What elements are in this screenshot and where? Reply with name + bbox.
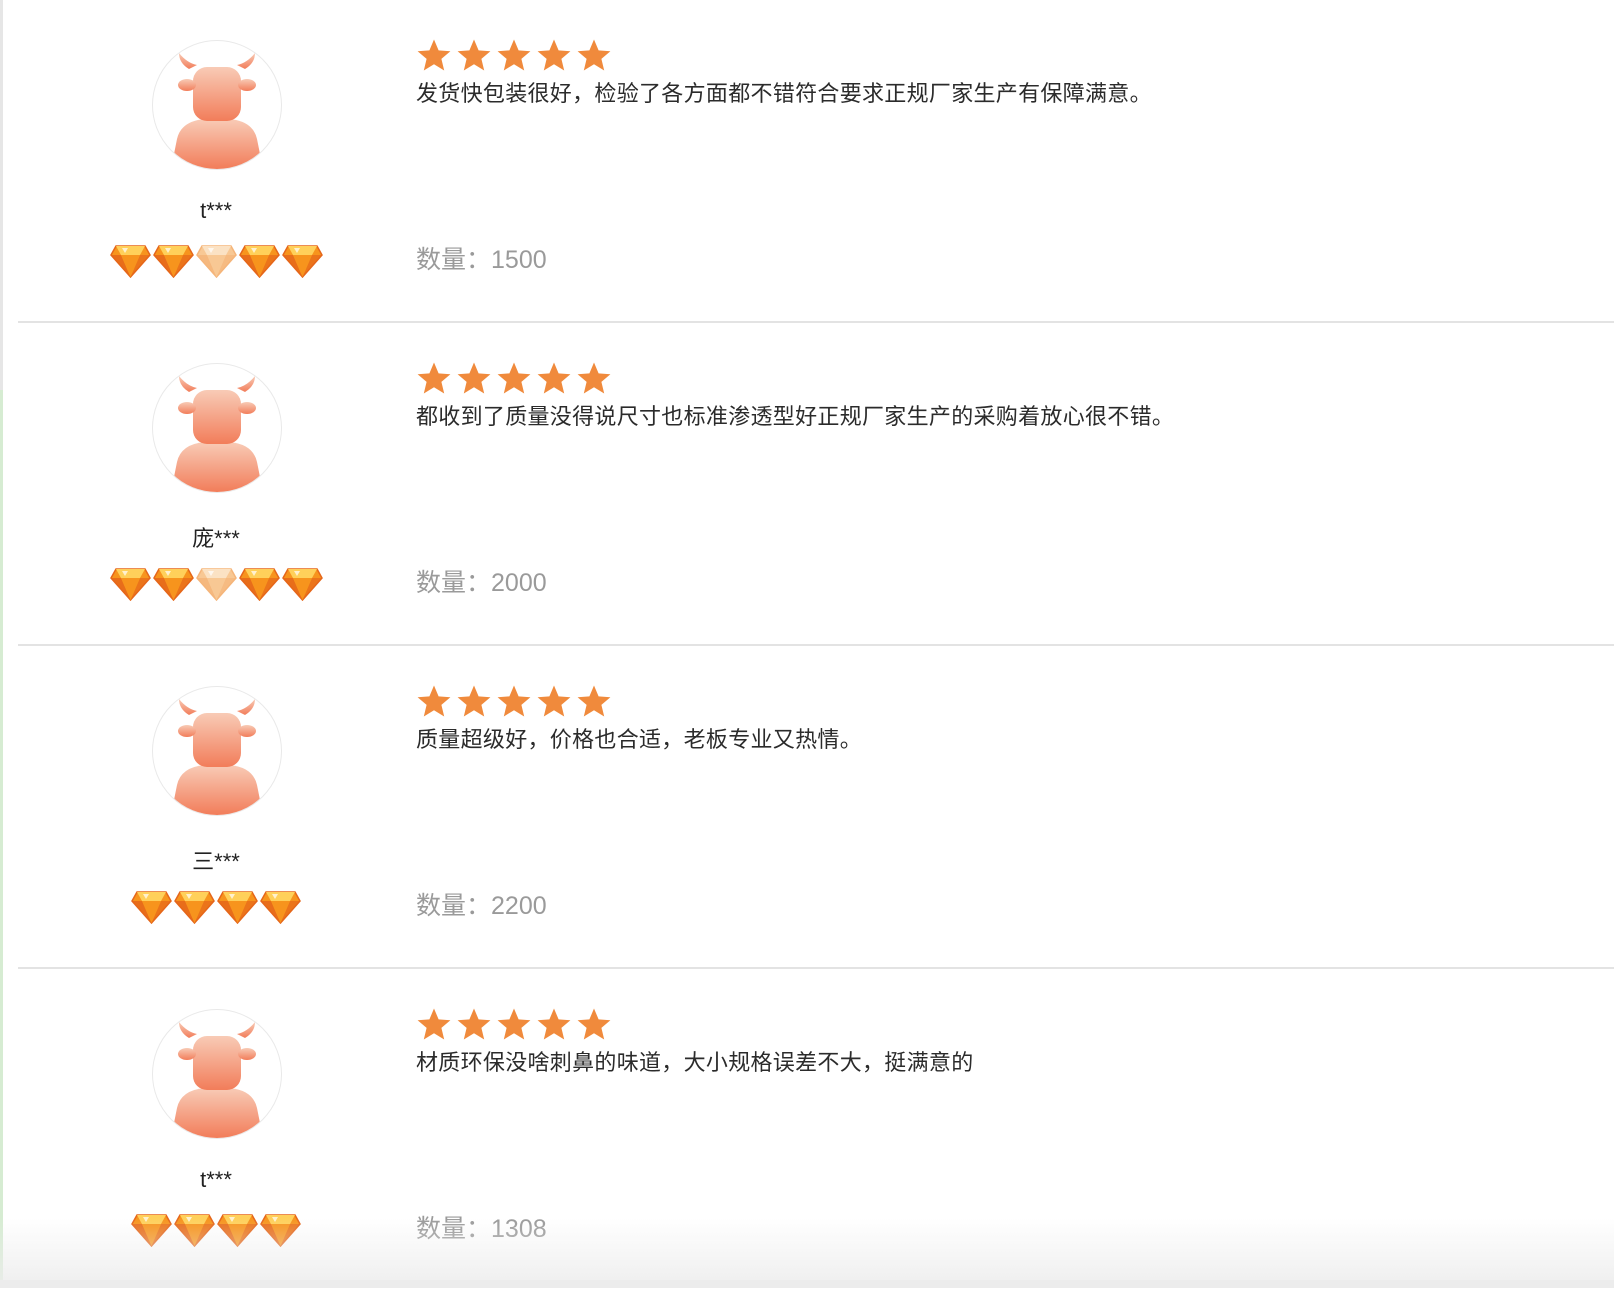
star-icon bbox=[576, 1007, 612, 1043]
review-text: 材质环保没啥刺鼻的味道，大小规格误差不大，挺满意的 bbox=[416, 1050, 974, 1075]
purchase-quantity: 数量：1500 bbox=[416, 240, 547, 276]
reviewer-name: t*** bbox=[200, 1167, 232, 1192]
quantity-value: 2200 bbox=[491, 892, 547, 920]
star-rating bbox=[416, 1007, 1566, 1043]
cow-avatar-icon bbox=[152, 1009, 282, 1139]
quantity-label: 数量： bbox=[416, 1215, 492, 1243]
star-rating bbox=[416, 684, 1566, 720]
diamond-icon bbox=[281, 244, 323, 278]
diamond-icon bbox=[281, 567, 323, 601]
buyer-level-badges bbox=[108, 890, 324, 924]
purchase-quantity: 数量：1308 bbox=[416, 1209, 547, 1245]
star-icon bbox=[456, 38, 492, 74]
quantity-value: 1308 bbox=[491, 1215, 547, 1243]
star-icon bbox=[416, 1007, 452, 1043]
cow-avatar-icon bbox=[152, 363, 282, 493]
buyer-level-badges bbox=[108, 244, 324, 278]
diamond-icon bbox=[109, 567, 151, 601]
review-text: 都收到了质量没得说尺寸也标准渗透型好正规厂家生产的采购着放心很不错。 bbox=[416, 404, 1175, 429]
star-icon bbox=[456, 361, 492, 397]
reviewer-name: 庞*** bbox=[192, 526, 240, 551]
star-icon bbox=[456, 1007, 492, 1043]
reviewer-info: 庞*** bbox=[108, 323, 324, 644]
star-icon bbox=[536, 684, 572, 720]
diamond-icon bbox=[238, 244, 280, 278]
star-icon bbox=[496, 684, 532, 720]
reviewer-name: t*** bbox=[200, 198, 232, 223]
diamond-icon bbox=[217, 1213, 258, 1247]
bottom-bar bbox=[0, 1280, 1614, 1288]
review-content: 质量超级好，价格也合适，老板专业又热情。 bbox=[416, 684, 1566, 754]
quantity-value: 1500 bbox=[491, 246, 547, 274]
left-edge-border bbox=[0, 0, 3, 1288]
star-icon bbox=[416, 361, 452, 397]
star-icon bbox=[416, 684, 452, 720]
reviewer-info: t*** bbox=[108, 969, 324, 1299]
review-text: 发货快包装很好，检验了各方面都不错符合要求正规厂家生产有保障满意。 bbox=[416, 81, 1152, 106]
star-icon bbox=[416, 38, 452, 74]
review-item: 庞*** 都收到了质量没得说尺寸也标准渗透型好正规厂家生产的采购着放心很不错。 … bbox=[18, 323, 1614, 646]
diamond-icon bbox=[217, 890, 258, 924]
diamond-icon bbox=[260, 1213, 301, 1247]
star-icon bbox=[496, 38, 532, 74]
diamond-icon bbox=[174, 890, 215, 924]
purchase-quantity: 数量：2000 bbox=[416, 563, 547, 599]
review-item: t*** bbox=[18, 969, 1614, 1299]
purchase-quantity: 数量：2200 bbox=[416, 886, 547, 922]
diamond-icon bbox=[131, 890, 172, 924]
star-icon bbox=[536, 361, 572, 397]
review-list: t*** 发货快包装很好，检验了各方面都不错符合要求正规厂家生产有保障满意。 数… bbox=[18, 0, 1614, 1299]
star-icon bbox=[496, 1007, 532, 1043]
reviewer-info: 三*** bbox=[108, 646, 324, 967]
cow-avatar-icon bbox=[152, 686, 282, 816]
review-item: 三*** 质量超级好，价格也合适，老板专业又热情。 数量：2200 bbox=[18, 646, 1614, 969]
star-icon bbox=[576, 38, 612, 74]
star-rating bbox=[416, 361, 1566, 397]
cow-avatar-icon bbox=[152, 40, 282, 170]
diamond-icon bbox=[195, 567, 237, 601]
review-content: 发货快包装很好，检验了各方面都不错符合要求正规厂家生产有保障满意。 bbox=[416, 38, 1566, 108]
diamond-icon bbox=[238, 567, 280, 601]
reviewer-name: 三*** bbox=[192, 849, 240, 874]
review-content: 都收到了质量没得说尺寸也标准渗透型好正规厂家生产的采购着放心很不错。 bbox=[416, 361, 1566, 431]
review-item: t*** bbox=[18, 0, 1614, 323]
review-content: 材质环保没啥刺鼻的味道，大小规格误差不大，挺满意的 bbox=[416, 1007, 1566, 1077]
diamond-icon bbox=[260, 890, 301, 924]
star-icon bbox=[456, 684, 492, 720]
star-icon bbox=[576, 361, 612, 397]
star-icon bbox=[536, 1007, 572, 1043]
buyer-level-badges bbox=[108, 1213, 324, 1247]
diamond-icon bbox=[152, 244, 194, 278]
diamond-icon bbox=[195, 244, 237, 278]
review-text: 质量超级好，价格也合适，老板专业又热情。 bbox=[416, 727, 863, 752]
diamond-icon bbox=[109, 244, 151, 278]
star-rating bbox=[416, 38, 1566, 74]
diamond-icon bbox=[131, 1213, 172, 1247]
diamond-icon bbox=[152, 567, 194, 601]
reviewer-info: t*** bbox=[108, 0, 324, 321]
star-icon bbox=[536, 38, 572, 74]
quantity-value: 2000 bbox=[491, 569, 547, 597]
star-icon bbox=[496, 361, 532, 397]
quantity-label: 数量： bbox=[416, 569, 492, 597]
buyer-level-badges bbox=[108, 567, 324, 601]
diamond-icon bbox=[174, 1213, 215, 1247]
quantity-label: 数量： bbox=[416, 246, 492, 274]
quantity-label: 数量： bbox=[416, 892, 492, 920]
star-icon bbox=[576, 684, 612, 720]
